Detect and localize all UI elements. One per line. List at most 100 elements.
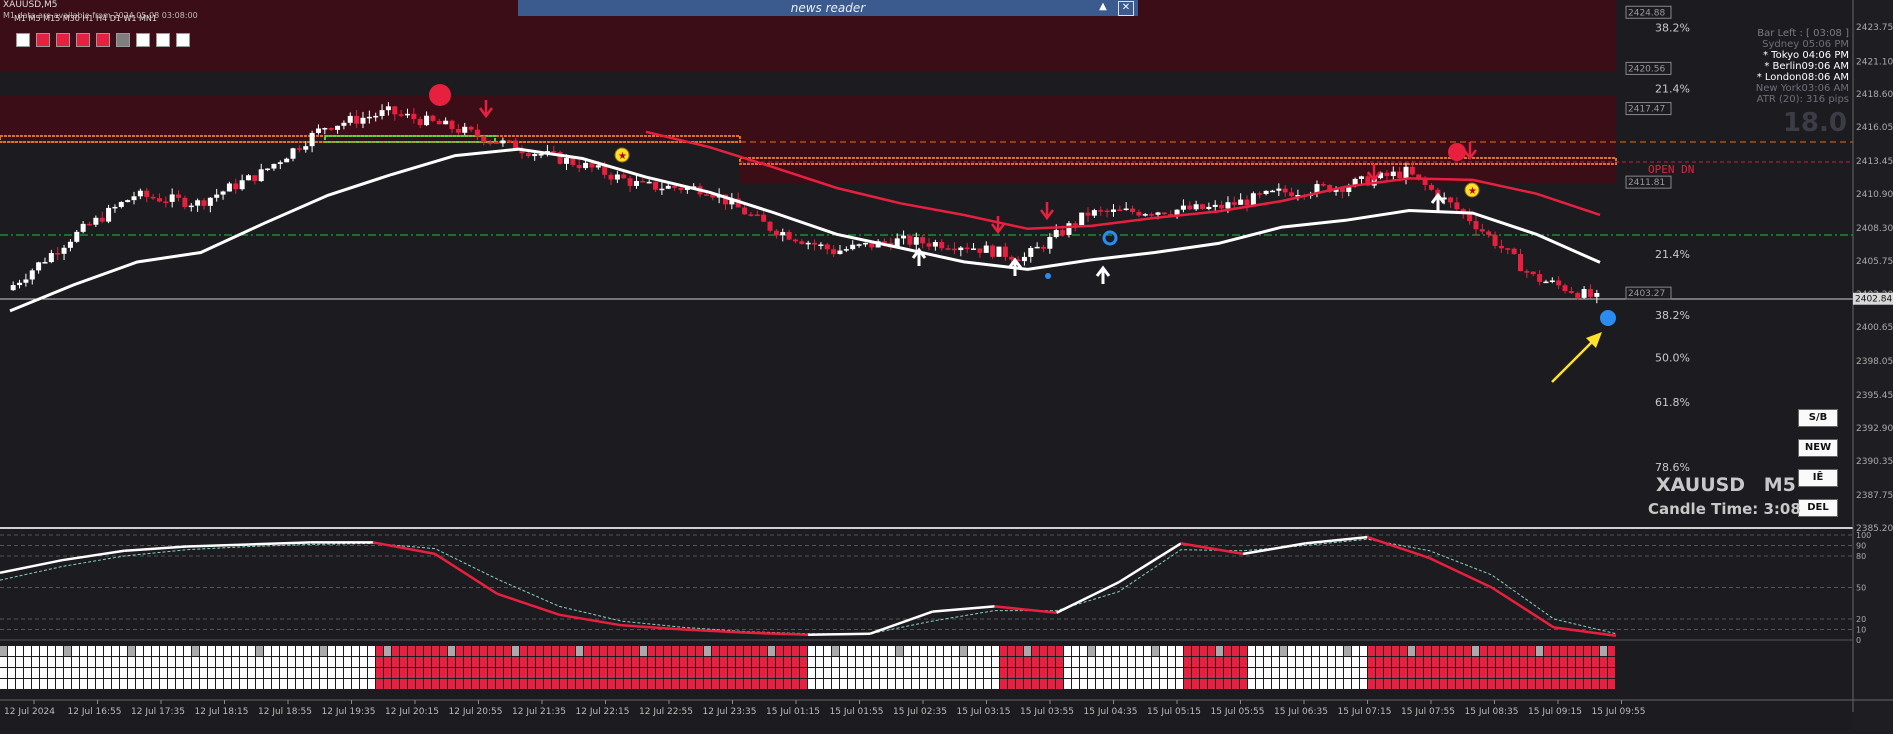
heatmap-cell — [312, 646, 319, 656]
heatmap-cell — [104, 668, 111, 678]
heatmap-cell — [1144, 657, 1151, 667]
heatmap-cell — [592, 679, 599, 689]
heatmap-cell — [784, 646, 791, 656]
heatmap-cell — [1440, 679, 1447, 689]
heatmap-cell — [1128, 668, 1135, 678]
chart-area[interactable]: 2423.75 2421.10 2418.60 2416.05 2413.45 2410.… — [0, 0, 1893, 730]
time-tick-label: 15 Jul 01:55 — [830, 707, 884, 717]
candle-body — [366, 116, 372, 119]
heatmap-cell — [1424, 679, 1431, 689]
heatmap-cell — [1600, 668, 1607, 678]
heatmap-cell — [592, 646, 599, 656]
candle-body — [551, 151, 557, 153]
candle-body — [1130, 208, 1136, 213]
heatmap-cell — [680, 668, 687, 678]
heatmap-cell — [1456, 657, 1463, 667]
heatmap-cell — [1072, 668, 1079, 678]
heatmap-cell — [688, 679, 695, 689]
heatmap-cell — [512, 657, 519, 667]
heatmap-cell — [1248, 657, 1255, 667]
tf-label: M30 — [62, 14, 80, 23]
heatmap-cell — [688, 668, 695, 678]
candle-body — [246, 175, 251, 181]
minimize-icon[interactable]: ▲ — [1096, 1, 1110, 14]
time-tick-label: 12 Jul 2024 — [4, 707, 55, 717]
heatmap-cell — [1008, 679, 1015, 689]
heatmap-cell — [88, 679, 95, 689]
heatmap-cell — [168, 679, 175, 689]
heatmap-cell — [696, 657, 703, 667]
delete-button[interactable]: DEL — [1798, 499, 1838, 517]
new-button[interactable]: NEW — [1798, 439, 1838, 457]
timeframe-trend-box[interactable] — [16, 33, 30, 47]
heatmap-cell — [528, 668, 535, 678]
heatmap-cell — [1240, 657, 1247, 667]
candle-body — [1219, 204, 1225, 209]
candle-body — [1498, 245, 1504, 249]
heatmap-cell — [376, 657, 383, 667]
candle-body — [786, 232, 792, 240]
price-tick-label: 2423.75 — [1856, 23, 1893, 33]
heatmap-cell — [520, 668, 527, 678]
close-icon[interactable]: ✕ — [1118, 1, 1134, 16]
current-price-label: 2402.84 — [1855, 295, 1892, 305]
timeframe-trend-box[interactable] — [56, 33, 70, 47]
heatmap-cell — [1208, 668, 1215, 678]
timeframe-trend-box[interactable] — [116, 33, 130, 47]
heatmap-cell — [1000, 668, 1007, 678]
timeframe-trend-box[interactable] — [76, 33, 90, 47]
heatmap-cell — [1120, 646, 1127, 656]
ie-button[interactable]: IÊ — [1798, 469, 1838, 487]
news-reader-bar[interactable]: news reader ▲ ✕ — [518, 0, 1138, 16]
heatmap-cell — [512, 668, 519, 678]
candle-body — [373, 115, 379, 118]
oscillator-level-label: 90 — [1856, 542, 1866, 551]
heatmap-cell — [1200, 657, 1207, 667]
heatmap-cell — [864, 668, 871, 678]
heatmap-cell — [792, 679, 799, 689]
heatmap-cell — [1408, 657, 1415, 667]
heatmap-cell — [856, 657, 863, 667]
heatmap-cell — [736, 679, 743, 689]
heatmap-cell — [1504, 657, 1511, 667]
heatmap-cell — [1496, 657, 1503, 667]
heatmap-cell — [1432, 668, 1439, 678]
timeframe-trend-box[interactable] — [176, 33, 190, 47]
heatmap-cell — [840, 679, 847, 689]
heatmap-cell — [832, 657, 839, 667]
heatmap-cell — [120, 668, 127, 678]
heatmap-cell — [288, 657, 295, 667]
heatmap-cell — [664, 657, 671, 667]
heatmap-cell — [1320, 646, 1327, 656]
heatmap-cell — [96, 646, 103, 656]
timeframe-trend-box[interactable] — [136, 33, 150, 47]
candle-body — [964, 247, 970, 250]
heatmap-cell — [216, 657, 223, 667]
timeframe-trend-box[interactable] — [36, 33, 50, 47]
heatmap-cell — [1096, 657, 1103, 667]
heatmap-cell — [272, 646, 279, 656]
candle-body — [176, 194, 182, 198]
time-tick-label: 12 Jul 19:35 — [322, 707, 376, 717]
timeframe-trend-box[interactable] — [156, 33, 170, 47]
candle-body — [296, 148, 302, 150]
heatmap-cell — [1448, 679, 1455, 689]
heatmap-cell — [480, 668, 487, 678]
chart-canvas[interactable]: 2423.75 2421.10 2418.60 2416.05 2413.45 2410.… — [0, 0, 1893, 730]
heatmap-cell — [1576, 668, 1583, 678]
heatmap-cell — [600, 679, 607, 689]
time-tick-label: 12 Jul 18:15 — [195, 707, 249, 717]
heatmap-cell — [528, 679, 535, 689]
heatmap-cell — [1384, 679, 1391, 689]
heatmap-cell — [304, 679, 311, 689]
heatmap-cell — [688, 657, 695, 667]
heatmap-cell — [1000, 657, 1007, 667]
candle-body — [1238, 199, 1244, 205]
candle-body — [977, 248, 983, 253]
heatmap-cell — [928, 657, 935, 667]
heatmap-cell — [1576, 657, 1583, 667]
timeframe-trend-box[interactable] — [96, 33, 110, 47]
sb-button[interactable]: S/B — [1798, 409, 1838, 427]
heatmap-cell — [1032, 679, 1039, 689]
heatmap-cell — [1264, 679, 1271, 689]
